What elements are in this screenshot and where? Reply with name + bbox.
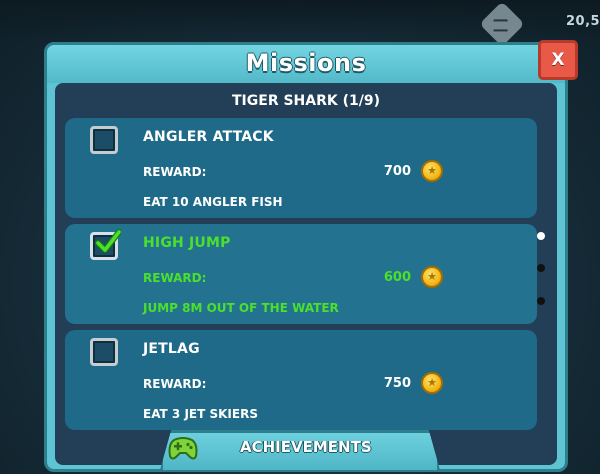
panel-title: Missions (245, 49, 367, 77)
mission-card[interactable]: ANGLER ATTACK REWARD: 700 EAT 10 ANGLER … (65, 118, 537, 218)
mission-card[interactable]: HIGH JUMP REWARD: 600 JUMP 8M OUT OF THE… (65, 224, 537, 324)
panel-header: Missions (47, 45, 565, 83)
mission-checkbox (90, 126, 118, 154)
mission-title: JETLAG (143, 341, 200, 357)
missions-panel: Missions TIGER SHARK (1/9) ANGLER ATTACK… (44, 42, 568, 472)
page-dot[interactable] (537, 297, 545, 305)
missions-list: TIGER SHARK (1/9) ANGLER ATTACK REWARD: … (55, 83, 557, 465)
reward-label: REWARD: (143, 271, 207, 285)
reward-value: 600 (383, 270, 411, 285)
reward-label: REWARD: (143, 165, 207, 179)
mission-title: ANGLER ATTACK (143, 129, 274, 145)
mission-card[interactable]: JETLAG REWARD: 750 EAT 3 JET SKIERS (65, 330, 537, 430)
coin-icon (421, 372, 443, 394)
close-button[interactable]: X (538, 40, 578, 80)
page-dot-active[interactable] (537, 232, 545, 240)
gamepad-icon (168, 437, 198, 460)
reward-label: REWARD: (143, 377, 207, 391)
mission-description: EAT 10 ANGLER FISH (143, 195, 283, 209)
mission-title: HIGH JUMP (143, 235, 231, 251)
score-readout: 20,5 (566, 14, 600, 29)
reward-value: 700 (383, 164, 411, 179)
coin-icon (421, 266, 443, 288)
coin-icon (421, 160, 443, 182)
mission-description: EAT 3 JET SKIERS (143, 407, 258, 421)
mission-checkbox-checked (90, 229, 121, 260)
page-dot[interactable] (537, 264, 545, 272)
mission-checkbox (90, 338, 118, 366)
mission-description: JUMP 8M OUT OF THE WATER (143, 301, 339, 315)
checkmark-icon (95, 229, 121, 253)
achievements-label: ACHIEVEMENTS (240, 438, 372, 456)
reward-value: 750 (383, 376, 411, 391)
shark-progress-title: TIGER SHARK (1/9) (232, 93, 380, 109)
